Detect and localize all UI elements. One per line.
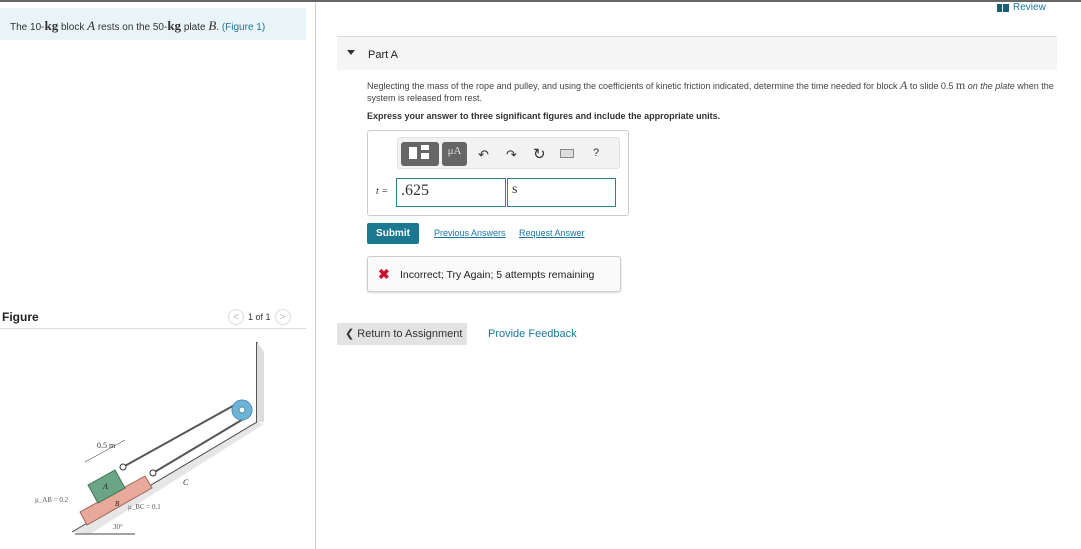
undo-icon[interactable]: ↶ [478,147,489,163]
rope-hook-b [149,469,157,477]
units-input[interactable]: s [507,178,616,207]
templates-button[interactable] [401,142,439,166]
label-muBC: μ_BC = 0.1 [128,503,161,511]
label-dist: 0.5 m [97,441,116,450]
instruction: Express your answer to three significant… [367,111,721,121]
q-text: on the plate [965,81,1015,91]
q-text: to slide 0.5 [907,81,956,91]
answer-box: μA ↶ ↷ ↻ ? t = .625 s [367,130,629,216]
return-to-assignment-button[interactable]: ❮ Return to Assignment [337,323,467,345]
return-label: Return to Assignment [357,328,463,340]
request-answer-link[interactable]: Request Answer [519,228,585,238]
intro-unit: kg [167,18,182,33]
value-input[interactable]: .625 [396,178,506,207]
reset-icon[interactable]: ↻ [533,145,546,163]
math-toolbar: μA ↶ ↷ ↻ ? [397,137,620,169]
feedback-text: Incorrect; Try Again; 5 attempts remaini… [400,269,595,281]
part-a-header[interactable]: Part A [337,36,1057,70]
units-button[interactable]: μA [442,142,467,166]
intro-text: The 10- [10,22,45,33]
feedback-message: ✖ Incorrect; Try Again; 5 attempts remai… [367,256,621,292]
figure-diagram: 0.5 m A B C μ_AB = 0.2 μ_BC = 0.1 30° [35,342,264,535]
book-icon [997,3,1009,12]
submit-button[interactable]: Submit [367,223,419,244]
previous-answers-link[interactable]: Previous Answers [434,228,506,238]
wall-shade [257,342,264,422]
next-figure-button[interactable]: > [274,309,291,325]
left-panel: The 10-kg block A rests on the 50-kg pla… [0,2,316,549]
redo-icon[interactable]: ↷ [506,147,517,163]
figure-link[interactable]: (Figure 1) [222,22,265,33]
provide-feedback-link[interactable]: Provide Feedback [488,328,577,340]
rope-upper [122,401,241,468]
review-label: Review [1013,2,1046,13]
variable-label: t = [376,186,389,197]
keyboard-icon[interactable] [560,149,574,158]
help-icon[interactable]: ? [593,147,599,159]
label-angle: 30° [113,523,123,531]
rope-hook-a [119,463,127,471]
templates-icon [409,145,429,159]
pulley-axle [238,406,246,414]
figure-pager: < 1 of 1 > [228,309,291,325]
intro-text: rests on the 50- [95,22,168,33]
intro-text: block [58,22,88,33]
label-muAB: μ_AB = 0.2 [35,496,69,504]
q-text: Neglecting the mass of the rope and pull… [367,81,900,91]
part-title: Part A [368,49,398,61]
label-C: C [183,478,189,487]
collapse-triangle-icon [347,50,355,55]
prev-figure-button[interactable]: < [228,309,244,325]
label-B: B [115,500,120,508]
intro-text: plate [181,22,209,33]
chevron-left-icon: ❮ [345,328,355,340]
problem-intro: The 10-kg block A rests on the 50-kg pla… [0,8,306,40]
label-A: A [102,482,108,491]
intro-unit: kg [44,18,59,33]
incorrect-x-icon: ✖ [378,266,390,282]
figure-title: Figure [2,310,39,324]
review-link[interactable]: Review [997,2,1046,13]
question-text: Neglecting the mass of the rope and pull… [367,79,1057,104]
intro-var: A [87,18,96,33]
figure-header: Figure < 1 of 1 > [0,307,306,329]
q-unit: m [955,78,966,92]
pager-text: 1 of 1 [248,312,271,322]
